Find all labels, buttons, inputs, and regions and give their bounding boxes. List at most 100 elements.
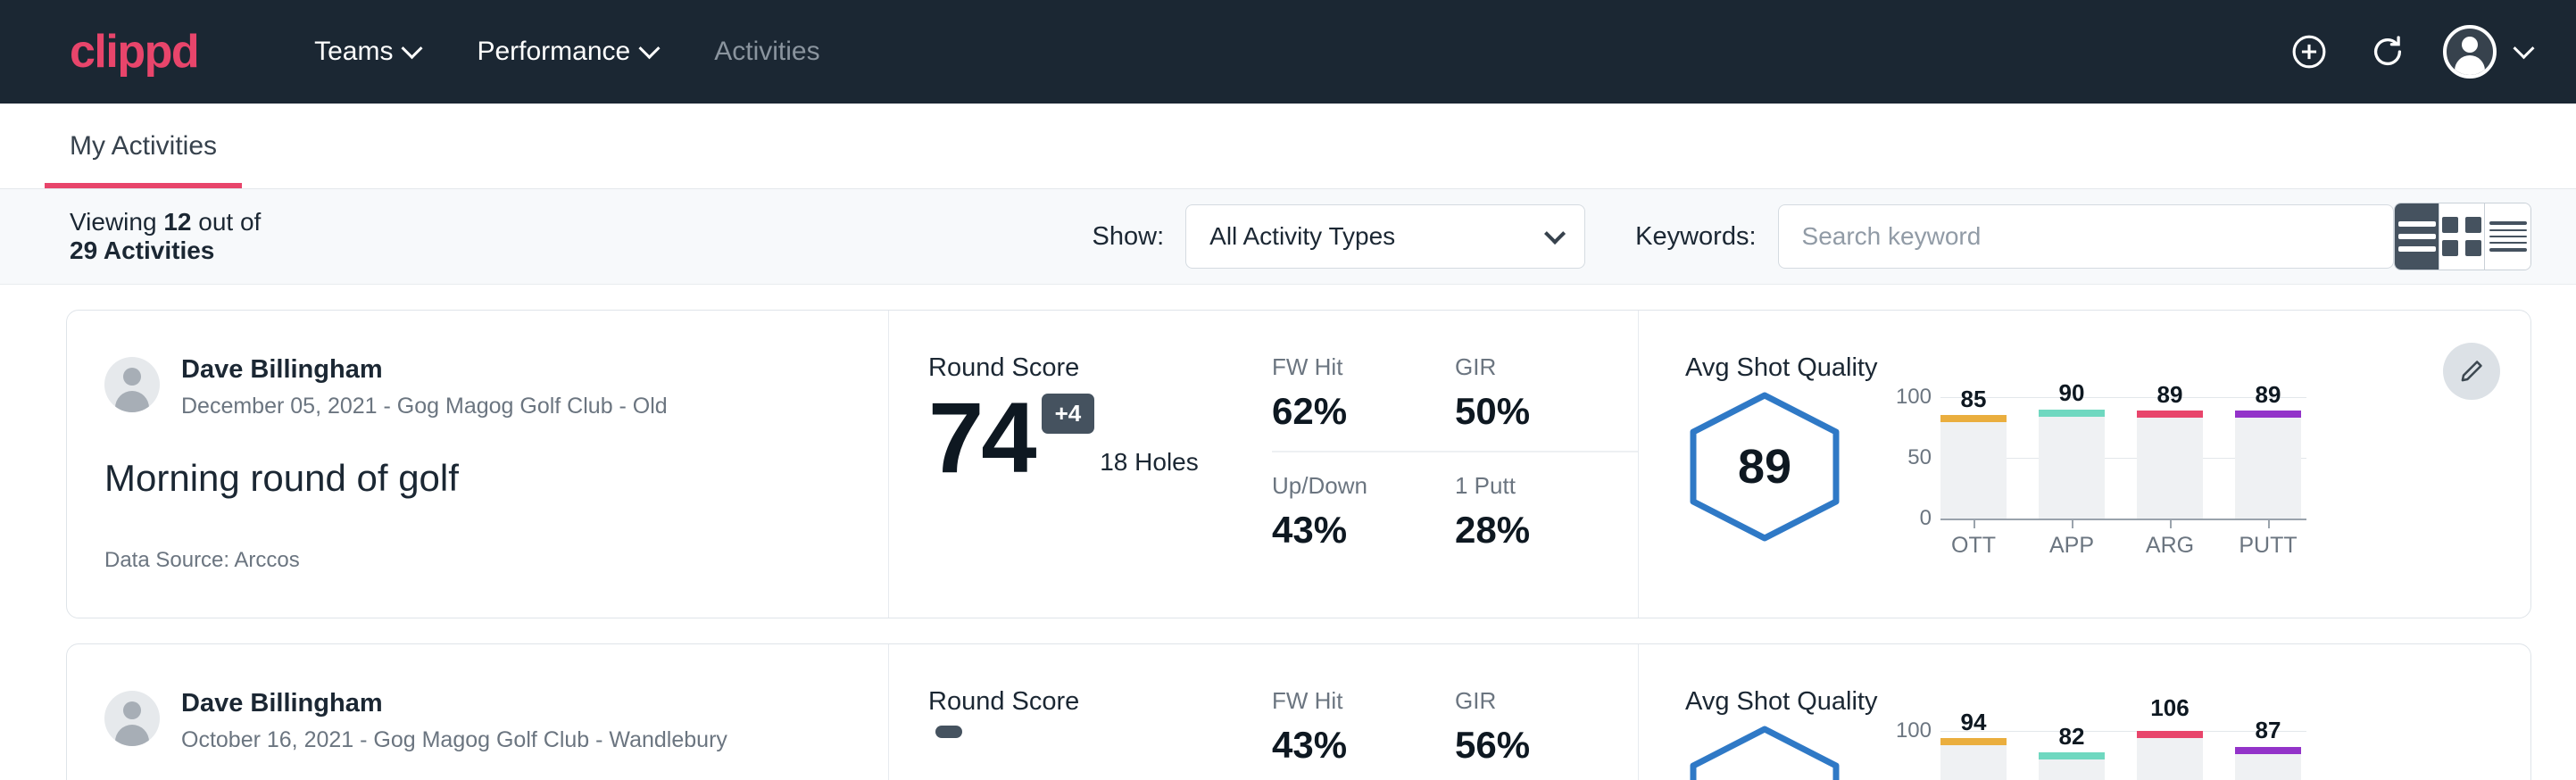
- round-score-label: Round Score: [928, 353, 1245, 383]
- chart-bar-putt: 89: [2235, 397, 2301, 519]
- bar-value-ott: 85: [1940, 386, 2007, 413]
- stat-one-putt-label: 1 Putt: [1455, 472, 1618, 500]
- nav-actions: [2286, 25, 2531, 79]
- activity-summary: Dave Billingham October 16, 2021 - Gog M…: [67, 644, 888, 780]
- avg-shot-quality-section: Avg Shot Quality 100 50 0: [1638, 644, 2530, 780]
- tab-my-activities[interactable]: My Activities: [45, 131, 242, 188]
- view-mode-compact-button[interactable]: [2485, 203, 2530, 270]
- stat-up-down-label: Up/Down: [1272, 472, 1435, 500]
- y-tick-50: 50: [1907, 445, 1932, 470]
- nav-item-teams[interactable]: Teams: [286, 28, 448, 76]
- activity-meta: December 05, 2021 - Gog Magog Golf Club …: [181, 394, 668, 419]
- x-label-app: APP: [2039, 533, 2105, 559]
- viewing-middle: out of: [191, 208, 261, 236]
- chart-bar-arg: 106: [2137, 731, 2203, 780]
- view-mode-toggle: [2394, 203, 2531, 270]
- chart-plot-area: 85 90: [1940, 397, 2301, 519]
- bar-fill-arg: [2137, 731, 2203, 780]
- avatar-body: [2455, 55, 2485, 77]
- x-label-arg: ARG: [2137, 533, 2203, 559]
- bar-cap-ott: [1940, 415, 2007, 422]
- view-mode-grid-button[interactable]: [2439, 203, 2485, 270]
- user-name: Dave Billingham: [181, 687, 727, 719]
- show-filter-group: Show: All Activity Types: [1093, 204, 1586, 269]
- plus-circle-icon: [2289, 32, 2329, 71]
- shot-quality-chart: 100 50 0 85: [1885, 390, 2301, 559]
- x-label-ott: OTT: [1940, 533, 2007, 559]
- stat-fw-hit: FW Hit 62%: [1272, 353, 1455, 452]
- round-score-section: Round Score 74 +4 18 Holes: [888, 311, 1245, 618]
- bar-fill-app: [2039, 752, 2105, 780]
- shot-quality-value: 89: [1685, 390, 1844, 544]
- activity-data-source: Data Source: Arccos: [104, 548, 888, 573]
- view-mode-list-button[interactable]: [2395, 203, 2440, 270]
- y-tick-100: 100: [1896, 385, 1932, 410]
- bar-fill-putt: [2235, 411, 2301, 519]
- nav-item-performance[interactable]: Performance: [448, 28, 686, 76]
- shot-quality-hexagon: [1685, 724, 1844, 780]
- activity-type-select-value: All Activity Types: [1209, 222, 1395, 251]
- nav-item-activities[interactable]: Activities: [686, 28, 848, 76]
- bar-fill-ott: [1940, 738, 2007, 780]
- chart-x-axis: OTT APP ARG PUTT: [1940, 519, 2301, 559]
- avg-shot-quality-body: 89 100 50 0 8: [1685, 390, 2530, 559]
- activities-list: Dave Billingham December 05, 2021 - Gog …: [0, 285, 2576, 780]
- user-name: Dave Billingham: [181, 353, 668, 386]
- shot-quality-hexagon: 89: [1685, 390, 1844, 544]
- activity-type-select[interactable]: All Activity Types: [1185, 204, 1585, 269]
- x-label-putt: PUTT: [2235, 533, 2301, 559]
- grid-view-icon: [2442, 217, 2481, 256]
- account-menu[interactable]: [2443, 25, 2531, 79]
- bar-value-app: 90: [2039, 379, 2105, 407]
- bar-value-ott: 94: [1940, 709, 2007, 736]
- shot-quality-chart: 100 50 0 94: [1885, 724, 2301, 780]
- avatar-head: [2462, 37, 2478, 53]
- bar-cap-ott: [1940, 738, 2007, 745]
- score-delta-badge: [935, 726, 962, 738]
- bar-value-putt: 89: [2235, 381, 2301, 409]
- stat-fw-hit-label: FW Hit: [1272, 353, 1435, 381]
- clippd-logo[interactable]: clippd: [70, 29, 198, 75]
- stat-gir: GIR 50%: [1455, 353, 1638, 452]
- chart-plot-area: 94 82: [1940, 731, 2301, 780]
- avatar-head: [123, 368, 141, 386]
- activity-meta: October 16, 2021 - Gog Magog Golf Club -…: [181, 727, 727, 753]
- stat-fw-hit-value: 43%: [1272, 724, 1435, 767]
- activity-card[interactable]: Dave Billingham October 16, 2021 - Gog M…: [66, 643, 2531, 780]
- round-stats-section: FW Hit 62% GIR 50% Up/Down 43% 1 Putt 28…: [1245, 311, 1638, 618]
- bar-value-app: 82: [2039, 723, 2105, 751]
- stat-gir-label: GIR: [1455, 353, 1618, 381]
- nav-item-performance-label: Performance: [477, 37, 630, 67]
- stat-gir-value: 50%: [1455, 390, 1618, 433]
- show-label: Show:: [1093, 222, 1165, 252]
- avg-shot-quality-section: Avg Shot Quality 89 100 50 0: [1638, 311, 2530, 618]
- bar-cap-app: [2039, 752, 2105, 759]
- chart-y-axis: 100 50 0: [1885, 397, 1940, 519]
- round-score-value-row: [928, 726, 1245, 780]
- stat-fw-hit-value: 62%: [1272, 390, 1435, 433]
- bar-value-arg: 106: [2137, 694, 2203, 722]
- activity-card[interactable]: Dave Billingham December 05, 2021 - Gog …: [66, 310, 2531, 618]
- shot-quality-value: [1685, 724, 1844, 780]
- keywords-group: Keywords:: [1635, 204, 2393, 269]
- avg-shot-quality-body: 100 50 0 94: [1685, 724, 2530, 780]
- viewing-shown-count: 12: [163, 208, 191, 236]
- bar-cap-putt: [2235, 747, 2301, 754]
- add-activity-button[interactable]: [2286, 29, 2332, 75]
- bar-cap-arg: [2137, 731, 2203, 738]
- round-stats-grid: FW Hit 62% GIR 50% Up/Down 43% 1 Putt 28…: [1272, 353, 1638, 552]
- y-tick-100: 100: [1896, 718, 1932, 743]
- round-stats-section: FW Hit 43% GIR 56%: [1245, 644, 1638, 780]
- compact-view-icon: [2489, 221, 2527, 252]
- refresh-button[interactable]: [2364, 29, 2411, 75]
- chart-bar-app: 90: [2039, 397, 2105, 519]
- viewing-count-text: Viewing 12 out of 29 Activities: [70, 208, 294, 265]
- bar-fill-putt: [2235, 747, 2301, 780]
- viewing-total-count: 29 Activities: [70, 236, 214, 264]
- account-avatar-icon[interactable]: [2443, 25, 2497, 79]
- activity-user: Dave Billingham October 16, 2021 - Gog M…: [104, 687, 888, 753]
- pencil-icon: [2458, 358, 2485, 385]
- stat-gir-value: 56%: [1455, 724, 1618, 767]
- edit-activity-button[interactable]: [2443, 343, 2500, 400]
- search-input[interactable]: [1778, 204, 2394, 269]
